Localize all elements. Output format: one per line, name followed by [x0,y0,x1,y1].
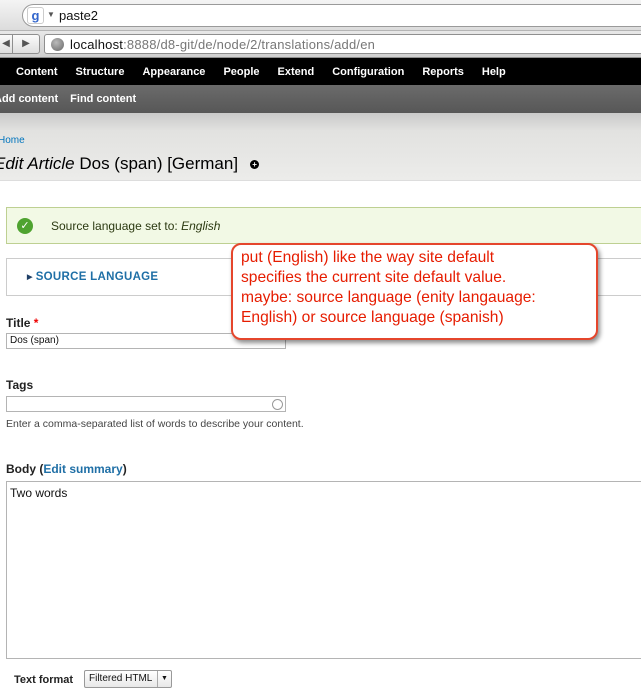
status-message-text: Source language set to: English [51,219,220,233]
globe-icon [51,38,64,51]
text-format-value: Filtered HTML [89,673,153,684]
plus-icon[interactable]: + [250,160,260,169]
search-text[interactable]: paste2 [59,8,98,23]
browser-address-bar: ◀ ▶ localhost:8888/d8-git/de/node/2/tran… [0,31,641,58]
title-label-text: Title [6,316,31,330]
toolbar-item-appearance[interactable]: Appearance [142,66,205,78]
source-language-toggle[interactable]: ▶ SOURCE LANGUAGE [27,271,158,283]
shortcuts-bar: Add content Find content [0,85,641,113]
title-label: Title * [6,316,38,330]
check-icon: ✓ [17,218,33,234]
required-mark: * [33,316,39,330]
status-message-value: English [181,219,221,233]
forward-button[interactable]: ▶ [12,34,40,54]
toolbar-item-help[interactable]: Help [482,66,506,78]
throbber-icon [272,399,283,410]
status-message: ✓ Source language set to: English [6,207,641,244]
source-language-legend: SOURCE LANGUAGE [35,271,159,283]
breadcrumb[interactable]: Home [0,135,25,146]
search-input[interactable]: g ▼ paste2 [22,4,641,27]
body-label: Body (Edit summary) [6,462,127,476]
body-textarea[interactable]: Two words [6,481,641,659]
chevron-down-icon: ▼ [157,671,171,687]
toolbar-item-extend[interactable]: Extend [278,66,315,78]
toolbar-item-reports[interactable]: Reports [422,66,464,78]
toolbar-item-configuration[interactable]: Configuration [332,66,404,78]
annotation-line: put (English) like the way site default [241,249,495,266]
triangle-right-icon: ▶ [27,274,33,281]
text-format-select[interactable]: Filtered HTML ▼ [84,670,172,688]
annotation-line: English) or source language (spanish) [241,309,504,326]
browser-search-bar: g ▼ paste2 [0,0,641,31]
shortcut-add-content[interactable]: Add content [0,93,58,105]
text-format-label: Text format [14,674,74,686]
tags-description: Enter a comma-separated list of words to… [6,418,304,430]
chevron-down-icon[interactable]: ▼ [47,10,55,19]
status-message-label: Source language set to: [51,219,182,233]
annotation-callout: put (English) like the way site default … [231,243,598,340]
url-path: :8888/d8-git/de/node/2/translations/add/… [123,37,376,52]
shortcut-find-content[interactable]: Find content [70,93,136,105]
page-title: Edit Article Dos (span) [German] + [0,154,260,174]
annotation-line: maybe: source language (enity langauage: [241,289,536,306]
tags-input[interactable] [6,396,286,412]
toolbar-item-structure[interactable]: Structure [76,66,125,78]
page-title-rest: Dos (span) [German] [74,154,239,173]
url-text[interactable]: localhost:8888/d8-git/de/node/2/translat… [70,37,375,52]
page-header: Home Edit Article Dos (span) [German] + [0,113,641,181]
edit-summary-link[interactable]: Edit summary [43,462,122,476]
page-title-prefix: Edit Article [0,154,75,173]
tags-label: Tags [6,378,34,392]
toolbar-item-content[interactable]: Content [16,66,58,78]
annotation-line: specifies the current site default value… [241,269,507,286]
toolbar-item-people[interactable]: People [223,66,259,78]
body-label-text: Body [6,462,36,476]
url-host: localhost [70,37,124,52]
url-input[interactable]: localhost:8888/d8-git/de/node/2/translat… [44,34,641,54]
google-icon[interactable]: g [27,7,44,24]
admin-toolbar: Content Structure Appearance People Exte… [0,58,641,85]
